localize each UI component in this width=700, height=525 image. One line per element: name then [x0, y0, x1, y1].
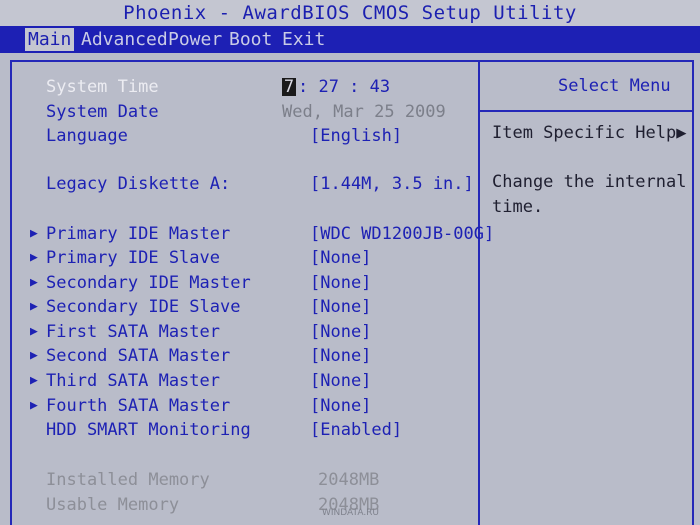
third-sata-master-label[interactable]: Third SATA Master	[46, 370, 220, 392]
fourth-sata-master-value[interactable]: [None]	[310, 395, 371, 417]
bios-screen: Phoenix - AwardBIOS CMOS Setup Utility M…	[0, 0, 700, 525]
second-sata-master-value[interactable]: [None]	[310, 345, 371, 367]
system-date-label[interactable]: System Date	[46, 101, 159, 123]
system-time-rest: : 27 : 43	[298, 77, 391, 97]
secondary-ide-slave-label[interactable]: Secondary IDE Slave	[46, 296, 240, 318]
submenu-arrow-icon: ▶	[30, 373, 38, 388]
hdd-smart-label[interactable]: HDD SMART Monitoring	[46, 419, 251, 441]
time-cursor[interactable]: 7	[282, 78, 296, 96]
submenu-arrow-icon: ▶	[30, 299, 38, 314]
secondary-ide-master-label[interactable]: Secondary IDE Master	[46, 272, 251, 294]
usable-memory-label: Usable Memory	[46, 495, 180, 515]
menu-power[interactable]: Power	[165, 28, 225, 51]
primary-ide-slave-label[interactable]: Primary IDE Slave	[46, 247, 220, 269]
first-sata-master-label[interactable]: First SATA Master	[46, 321, 220, 343]
first-sata-master-value[interactable]: [None]	[310, 321, 371, 343]
menu-exit[interactable]: Exit	[279, 28, 328, 51]
submenu-arrow-icon: ▶	[30, 348, 38, 363]
submenu-arrow-icon: ▶	[30, 398, 38, 413]
system-time-label[interactable]: System Time	[46, 76, 159, 98]
system-time-value[interactable]: 7: 27 : 43	[282, 76, 390, 98]
language-value[interactable]: [English]	[310, 125, 402, 147]
submenu-arrow-icon: ▶	[30, 324, 38, 339]
submenu-arrow-icon: ▶	[30, 226, 38, 241]
system-date-value[interactable]: Wed, Mar 25 2009	[282, 101, 446, 123]
help-line-1: Change the internal	[492, 172, 687, 192]
second-sata-master-label[interactable]: Second SATA Master	[46, 345, 230, 367]
help-divider	[478, 110, 694, 112]
secondary-ide-slave-value[interactable]: [None]	[310, 296, 371, 318]
primary-ide-master-value[interactable]: [WDC WD1200JB-00G]	[310, 223, 494, 245]
hdd-smart-value[interactable]: [Enabled]	[310, 419, 402, 441]
submenu-arrow-icon: ▶	[30, 275, 38, 290]
menu-boot[interactable]: Boot	[226, 28, 275, 51]
watermark: WINDATA.RU	[322, 508, 380, 518]
submenu-arrow-icon: ▶	[30, 250, 38, 265]
window-title: Phoenix - AwardBIOS CMOS Setup Utility	[0, 0, 700, 26]
secondary-ide-master-value[interactable]: [None]	[310, 272, 371, 294]
primary-ide-master-label[interactable]: Primary IDE Master	[46, 223, 230, 245]
third-sata-master-value[interactable]: [None]	[310, 370, 371, 392]
menu-advanced[interactable]: Advanced	[78, 28, 171, 51]
help-title: Select Menu	[558, 76, 671, 96]
fourth-sata-master-label[interactable]: Fourth SATA Master	[46, 395, 230, 417]
installed-memory-value: 2048MB	[318, 470, 380, 490]
language-label[interactable]: Language	[46, 125, 128, 147]
legacy-diskette-value[interactable]: [1.44M, 3.5 in.]	[310, 173, 474, 195]
menu-bar: Main Advanced Power Boot Exit	[0, 26, 700, 53]
menu-main[interactable]: Main	[25, 28, 75, 51]
help-subtitle: Item Specific Help▶	[492, 123, 687, 143]
help-line-2: time.	[492, 197, 544, 217]
primary-ide-slave-value[interactable]: [None]	[310, 247, 371, 269]
legacy-diskette-label[interactable]: Legacy Diskette A:	[46, 173, 230, 195]
installed-memory-label: Installed Memory	[46, 470, 210, 490]
